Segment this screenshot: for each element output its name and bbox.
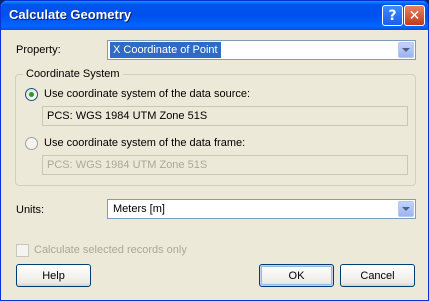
data-frame-radio[interactable]: [25, 137, 38, 150]
title-bar[interactable]: Calculate Geometry ? ✕: [1, 1, 428, 30]
data-source-radio[interactable]: [25, 88, 38, 101]
coordinate-system-title: Coordinate System: [23, 68, 123, 80]
dialog-title: Calculate Geometry: [9, 7, 132, 22]
property-label: Property:: [16, 44, 61, 56]
radio-selected-dot-icon: [29, 92, 34, 97]
selected-records-label: Calculate selected records only: [34, 244, 187, 256]
ok-button[interactable]: OK: [259, 264, 334, 287]
data-frame-option-label[interactable]: Use coordinate system of the data frame:: [44, 137, 245, 149]
units-label: Units:: [16, 204, 45, 216]
chevron-down-icon[interactable]: [398, 42, 414, 58]
calculate-geometry-dialog: Calculate Geometry ? ✕ Property: X Coord…: [0, 0, 429, 301]
property-value: X Coordinate of Point: [110, 42, 221, 58]
chevron-down-icon[interactable]: [398, 201, 414, 217]
data-frame-coordinate-field: PCS: WGS 1984 UTM Zone 51S: [42, 155, 408, 175]
cancel-button[interactable]: Cancel: [340, 264, 415, 287]
property-dropdown[interactable]: X Coordinate of Point: [107, 40, 416, 60]
units-dropdown[interactable]: Meters [m]: [107, 199, 416, 219]
dialog-body: Property: X Coordinate of Point Coordina…: [1, 30, 428, 300]
help-icon[interactable]: ?: [382, 5, 403, 26]
close-icon[interactable]: ✕: [404, 5, 425, 26]
selected-records-checkbox[interactable]: [16, 244, 29, 257]
data-source-option-label[interactable]: Use coordinate system of the data source…: [44, 88, 250, 100]
data-source-coordinate-field: PCS: WGS 1984 UTM Zone 51S: [42, 106, 408, 126]
units-value: Meters [m]: [113, 203, 165, 215]
help-button[interactable]: Help: [16, 264, 91, 287]
